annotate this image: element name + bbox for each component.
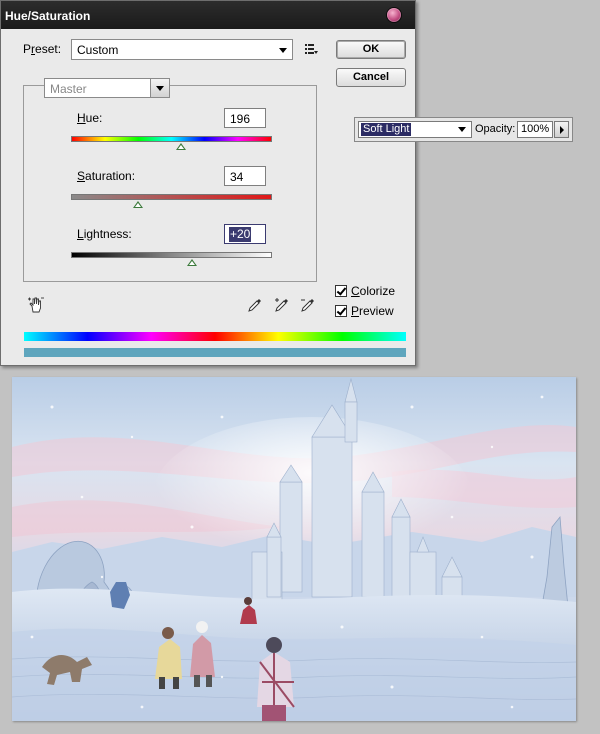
- hue-saturation-dialog: Hue/Saturation Preset: Custom OK Cancel …: [0, 0, 416, 366]
- opacity-input[interactable]: 100%: [517, 121, 553, 138]
- lightness-label: Lightness:: [77, 227, 132, 241]
- lightness-slider-thumb[interactable]: [186, 259, 197, 266]
- channel-select[interactable]: Master: [44, 78, 170, 98]
- colorize-checkbox[interactable]: [335, 285, 347, 297]
- hue-label: Hue:: [77, 111, 103, 125]
- output-color-bar: [24, 348, 406, 357]
- cancel-button[interactable]: Cancel: [336, 68, 406, 87]
- blend-mode-select[interactable]: Soft Light: [358, 121, 472, 138]
- opacity-label: Opacity:: [475, 123, 516, 135]
- lightness-input[interactable]: +20: [224, 224, 266, 244]
- eyedropper-add-icon[interactable]: [274, 297, 290, 313]
- ok-button[interactable]: OK: [336, 40, 406, 59]
- hue-slider-thumb[interactable]: [175, 143, 186, 150]
- preview-label: Preview: [351, 304, 394, 318]
- preset-value: Custom: [77, 43, 119, 57]
- colorize-label: Colorize: [351, 284, 396, 298]
- hand-adjust-icon[interactable]: [27, 296, 45, 314]
- preset-select[interactable]: Custom: [71, 39, 293, 60]
- chevron-down-icon: [279, 48, 287, 53]
- hue-slider-track[interactable]: [71, 136, 272, 142]
- hue-input[interactable]: 196: [224, 108, 266, 128]
- channel-value: Master: [50, 82, 87, 96]
- chevron-right-icon[interactable]: [554, 121, 569, 138]
- close-icon[interactable]: [387, 8, 401, 22]
- dialog-title: Hue/Saturation: [5, 9, 91, 23]
- preset-label: Preset:: [23, 42, 62, 56]
- layer-blend-panel: Soft Light Opacity: 100%: [354, 117, 573, 142]
- list-options-icon[interactable]: [304, 42, 318, 56]
- image-canvas[interactable]: [12, 377, 576, 721]
- snow-castle-artwork: [12, 377, 576, 721]
- preview-checkbox[interactable]: [335, 305, 347, 317]
- blend-mode-value: Soft Light: [361, 123, 412, 136]
- lightness-slider-track[interactable]: [71, 252, 272, 258]
- chevron-down-icon: [458, 127, 466, 132]
- chevron-down-icon: [150, 79, 169, 97]
- saturation-slider-track[interactable]: [71, 194, 272, 200]
- dialog-titlebar[interactable]: Hue/Saturation: [1, 1, 415, 29]
- saturation-label: Saturation:: [77, 169, 136, 183]
- input-color-bar: [24, 332, 406, 341]
- eyedropper-subtract-icon[interactable]: [300, 297, 316, 313]
- saturation-input[interactable]: 34: [224, 166, 266, 186]
- saturation-slider-thumb[interactable]: [133, 201, 144, 208]
- eyedropper-icon[interactable]: [247, 297, 263, 313]
